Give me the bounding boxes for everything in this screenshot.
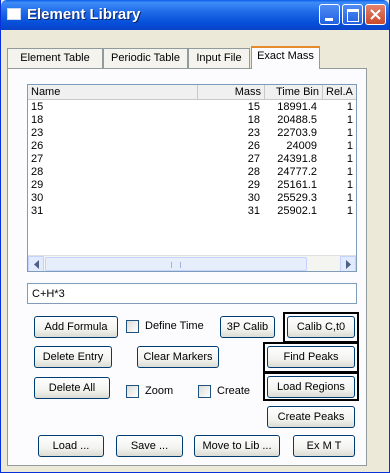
- tab-exact-mass[interactable]: Exact Mass: [251, 46, 320, 69]
- name-cell: 31: [31, 205, 44, 217]
- table-row[interactable]: 29 29 25161.1 1: [28, 179, 356, 192]
- zoom-checkbox-box[interactable]: [126, 385, 139, 398]
- scroll-thumb[interactable]: [45, 257, 307, 271]
- name-cell: 27: [31, 153, 44, 165]
- arrow-right-icon: [346, 260, 351, 269]
- define-time-checkbox-box[interactable]: [126, 320, 139, 333]
- column-header-mass[interactable]: Mass: [198, 85, 265, 100]
- load-button[interactable]: Load ...: [38, 435, 104, 457]
- table-row[interactable]: 27 27 24391.8 1: [28, 153, 356, 166]
- time-bin-cell: 18991.4: [277, 101, 317, 113]
- close-button[interactable]: [365, 4, 386, 25]
- rel-abundance-cell: 1: [346, 114, 353, 126]
- clear-markers-button[interactable]: Clear Markers: [137, 346, 219, 368]
- tab-element-table[interactable]: Element Table: [7, 48, 103, 68]
- table-row[interactable]: 30 30 25529.3 1: [28, 192, 356, 205]
- table-row[interactable]: 26 26 24009 1: [28, 140, 356, 153]
- move-to-lib-button[interactable]: Move to Lib ...: [194, 435, 280, 457]
- title-bar[interactable]: Element Library: [1, 0, 389, 30]
- name-cell: 18: [31, 114, 44, 126]
- column-header-rel-abundance[interactable]: Rel.A: [323, 85, 356, 100]
- name-cell: 26: [31, 140, 44, 152]
- add-formula-button[interactable]: Add Formula: [34, 316, 118, 338]
- ex-m-t-button[interactable]: Ex M T: [293, 435, 355, 457]
- rel-abundance-cell: 1: [346, 179, 353, 191]
- time-bin-cell: 25161.1: [277, 179, 317, 191]
- arrow-left-icon: [34, 260, 39, 269]
- zoom-label: Zoom: [145, 385, 174, 397]
- time-bin-cell: 20488.5: [277, 114, 317, 126]
- time-bin-cell: 25529.3: [277, 192, 317, 204]
- save-button[interactable]: Save ...: [116, 435, 183, 457]
- element-library-window: Element Library Element Table Periodic T…: [0, 0, 390, 473]
- mass-cell: 29: [247, 179, 260, 191]
- scroll-left-button[interactable]: [28, 256, 44, 271]
- close-icon: [370, 9, 381, 20]
- name-cell: 29: [31, 179, 44, 191]
- mass-cell: 27: [247, 153, 260, 165]
- mass-cell: 31: [247, 205, 260, 217]
- load-regions-button[interactable]: Load Regions: [267, 376, 355, 398]
- maximize-button[interactable]: [342, 4, 363, 25]
- rel-abundance-cell: 1: [346, 166, 353, 178]
- table-row[interactable]: 31 31 25902.1 1: [28, 205, 356, 218]
- window-icon: [7, 8, 21, 20]
- horizontal-scrollbar[interactable]: [28, 255, 356, 271]
- formula-input[interactable]: [27, 283, 357, 304]
- mass-cell: 23: [247, 127, 260, 139]
- tab-periodic-table[interactable]: Periodic Table: [103, 48, 188, 68]
- name-cell: 28: [31, 166, 44, 178]
- name-cell: 30: [31, 192, 44, 204]
- table-row[interactable]: 18 18 20488.5 1: [28, 114, 356, 127]
- rel-abundance-cell: 1: [346, 101, 353, 113]
- tab-input-file[interactable]: Input File: [188, 48, 250, 68]
- mass-cell: 28: [247, 166, 260, 178]
- table-row[interactable]: 28 28 24777.2 1: [28, 166, 356, 179]
- time-bin-cell: 25902.1: [277, 205, 317, 217]
- mass-cell: 30: [247, 192, 260, 204]
- table-row[interactable]: 23 23 22703.9 1: [28, 127, 356, 140]
- mass-cell: 15: [247, 101, 260, 113]
- mass-cell: 18: [247, 114, 260, 126]
- mass-cell: 26: [247, 140, 260, 152]
- thumb-grip-icon: [171, 262, 181, 268]
- time-bin-cell: 24777.2: [277, 166, 317, 178]
- 3p-calib-button[interactable]: 3P Calib: [220, 316, 275, 338]
- list-header: Name Mass Time Bin Rel.A: [28, 85, 356, 100]
- rel-abundance-cell: 1: [346, 153, 353, 165]
- time-bin-cell: 22703.9: [277, 127, 317, 139]
- zoom-checkbox[interactable]: Zoom: [126, 384, 182, 398]
- delete-all-button[interactable]: Delete All: [34, 377, 110, 399]
- find-peaks-button[interactable]: Find Peaks: [267, 346, 355, 368]
- scroll-right-button[interactable]: [340, 256, 356, 271]
- time-bin-cell: 24391.8: [277, 153, 317, 165]
- name-cell: 23: [31, 127, 44, 139]
- create-label: Create: [217, 385, 251, 397]
- create-peaks-button[interactable]: Create Peaks: [267, 406, 355, 428]
- define-time-checkbox[interactable]: Define Time: [126, 319, 218, 333]
- create-checkbox-box[interactable]: [198, 385, 211, 398]
- calib-ct0-button[interactable]: Calib C,t0: [287, 316, 355, 338]
- define-time-label: Define Time: [145, 320, 204, 332]
- minimize-button[interactable]: [319, 4, 340, 25]
- rel-abundance-cell: 1: [346, 127, 353, 139]
- mass-list[interactable]: Name Mass Time Bin Rel.A 15 15 18991.4 1 18 1…: [27, 84, 357, 272]
- delete-entry-button[interactable]: Delete Entry: [34, 346, 112, 368]
- rel-abundance-cell: 1: [346, 205, 353, 217]
- time-bin-cell: 24009: [286, 140, 317, 152]
- window-title: Element Library: [27, 6, 141, 23]
- column-header-name[interactable]: Name: [28, 85, 198, 100]
- rel-abundance-cell: 1: [346, 140, 353, 152]
- create-checkbox[interactable]: Create: [198, 384, 260, 398]
- name-cell: 15: [31, 101, 44, 113]
- table-row[interactable]: 15 15 18991.4 1: [28, 101, 356, 114]
- column-header-time-bin[interactable]: Time Bin: [265, 85, 323, 100]
- rel-abundance-cell: 1: [346, 192, 353, 204]
